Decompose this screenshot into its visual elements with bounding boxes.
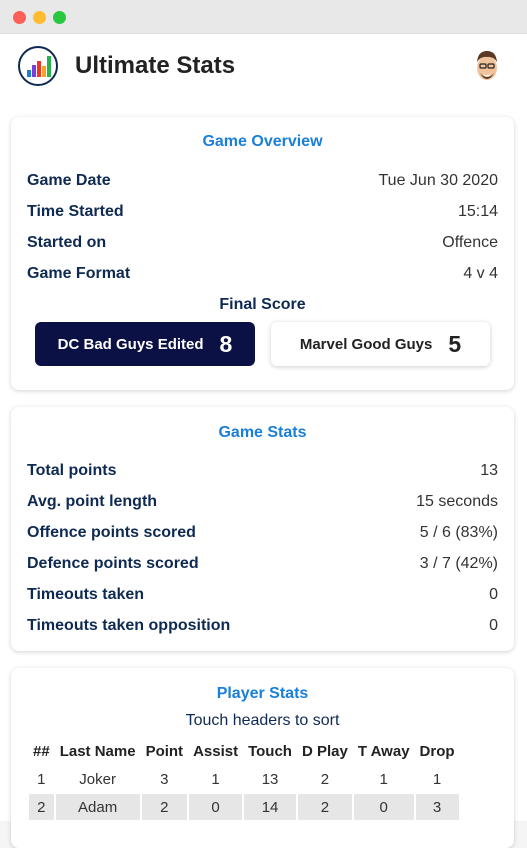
stat-label: Started on: [27, 234, 107, 251]
game-overview-card: Game Overview Game Date Tue Jun 30 2020 …: [11, 117, 514, 390]
total-points-row: Total points 13: [27, 462, 498, 482]
stat-value: 0: [489, 586, 498, 603]
bar-chart-icon: [18, 46, 58, 86]
stat-label: Avg. point length: [27, 493, 158, 510]
stat-label: Offence points scored: [27, 524, 196, 541]
home-team-score-badge[interactable]: DC Bad Guys Edited 8: [35, 322, 255, 366]
table-cell: 3: [160, 770, 169, 788]
stat-label: Timeouts taken opposition: [27, 617, 231, 634]
app-title: Ultimate Stats: [75, 52, 236, 79]
offence-points-row: Offence points scored 5 / 6 (83%): [27, 524, 498, 544]
stat-label: Time Started: [27, 203, 124, 220]
game-stats-title: Game Stats: [218, 424, 307, 441]
game-overview-title: Game Overview: [202, 133, 323, 150]
stat-value: Tue Jun 30 2020: [378, 172, 499, 189]
header-d-play[interactable]: D Play: [298, 738, 352, 764]
stat-value: 13: [480, 462, 498, 479]
defence-points-row: Defence points scored 3 / 7 (42%): [27, 555, 498, 575]
timeouts-taken-row: Timeouts taken 0: [27, 586, 498, 606]
header-t-away[interactable]: T Away: [354, 738, 414, 764]
table-row[interactable]: 1 Joker 3 1 13 2 1 1: [29, 766, 459, 792]
stat-label: Defence points scored: [27, 555, 199, 572]
window-titlebar: [0, 0, 527, 34]
player-stats-card: Player Stats Touch headers to sort ## La…: [11, 668, 514, 848]
header-point[interactable]: Point: [142, 738, 188, 764]
table-cell: Joker: [79, 770, 116, 788]
stat-label: Timeouts taken: [27, 586, 145, 603]
table-cell: 0: [353, 794, 414, 820]
away-team-score-badge[interactable]: Marvel Good Guys 5: [271, 322, 490, 366]
minimize-window-button[interactable]: [33, 11, 46, 24]
table-cell: 2: [141, 794, 188, 820]
sort-hint: Touch headers to sort: [185, 712, 340, 729]
table-header-row: ## Last Name Point Assist Touch D Play T…: [29, 738, 459, 764]
stat-value: 4 v 4: [463, 265, 498, 282]
app-header: Ultimate Stats: [0, 34, 527, 102]
stat-label: Game Date: [27, 172, 111, 189]
stat-label: Total points: [27, 462, 117, 479]
header-last-name[interactable]: Last Name: [56, 738, 140, 764]
user-avatar[interactable]: [471, 46, 503, 86]
table-row[interactable]: 2 Adam 2 0 14 2 0 3: [29, 794, 459, 820]
stat-value: Offence: [442, 234, 498, 251]
header-touch[interactable]: Touch: [244, 738, 296, 764]
table-cell: 13: [261, 770, 279, 788]
table-cell: 2: [29, 794, 54, 820]
page-content: Game Overview Game Date Tue Jun 30 2020 …: [0, 101, 527, 848]
player-stats-table: ## Last Name Point Assist Touch D Play T…: [27, 736, 461, 822]
table-cell: 3: [415, 794, 459, 820]
started-on-row: Started on Offence: [27, 234, 498, 254]
table-cell: 14: [244, 794, 296, 820]
game-stats-card: Game Stats Total points 13 Avg. point le…: [11, 407, 514, 651]
header-assist[interactable]: Assist: [189, 738, 242, 764]
header-number[interactable]: ##: [29, 738, 54, 764]
home-team-score: 8: [219, 330, 233, 357]
stat-value: 3 / 7 (42%): [419, 555, 498, 572]
stat-value: 5 / 6 (83%): [419, 524, 498, 541]
close-window-button[interactable]: [13, 11, 26, 24]
game-format-row: Game Format 4 v 4: [27, 265, 498, 285]
final-score-label: Final Score: [219, 296, 306, 313]
table-cell: 2: [320, 770, 330, 788]
table-cell: 1: [379, 770, 388, 788]
stat-value: 0: [489, 617, 498, 634]
home-team-name: DC Bad Guys Edited: [57, 335, 204, 353]
timeouts-opposition-row: Timeouts taken opposition 0: [27, 617, 498, 637]
player-stats-title: Player Stats: [216, 685, 309, 702]
stat-value: 15:14: [457, 203, 498, 220]
away-team-score: 5: [448, 330, 462, 357]
stat-value: 15 seconds: [416, 493, 498, 510]
table-cell: 1: [432, 770, 442, 788]
table-cell: Adam: [55, 794, 140, 820]
table-cell: 1: [37, 770, 46, 788]
header-drop[interactable]: Drop: [416, 738, 459, 764]
time-started-row: Time Started 15:14: [27, 203, 498, 223]
table-cell: 1: [211, 770, 220, 788]
game-date-row: Game Date Tue Jun 30 2020: [27, 172, 498, 192]
away-team-name: Marvel Good Guys: [299, 335, 433, 353]
stat-label: Game Format: [27, 265, 131, 282]
avg-point-length-row: Avg. point length 15 seconds: [27, 493, 498, 513]
table-cell: 2: [297, 794, 352, 820]
table-cell: 0: [189, 794, 243, 820]
maximize-window-button[interactable]: [53, 11, 66, 24]
